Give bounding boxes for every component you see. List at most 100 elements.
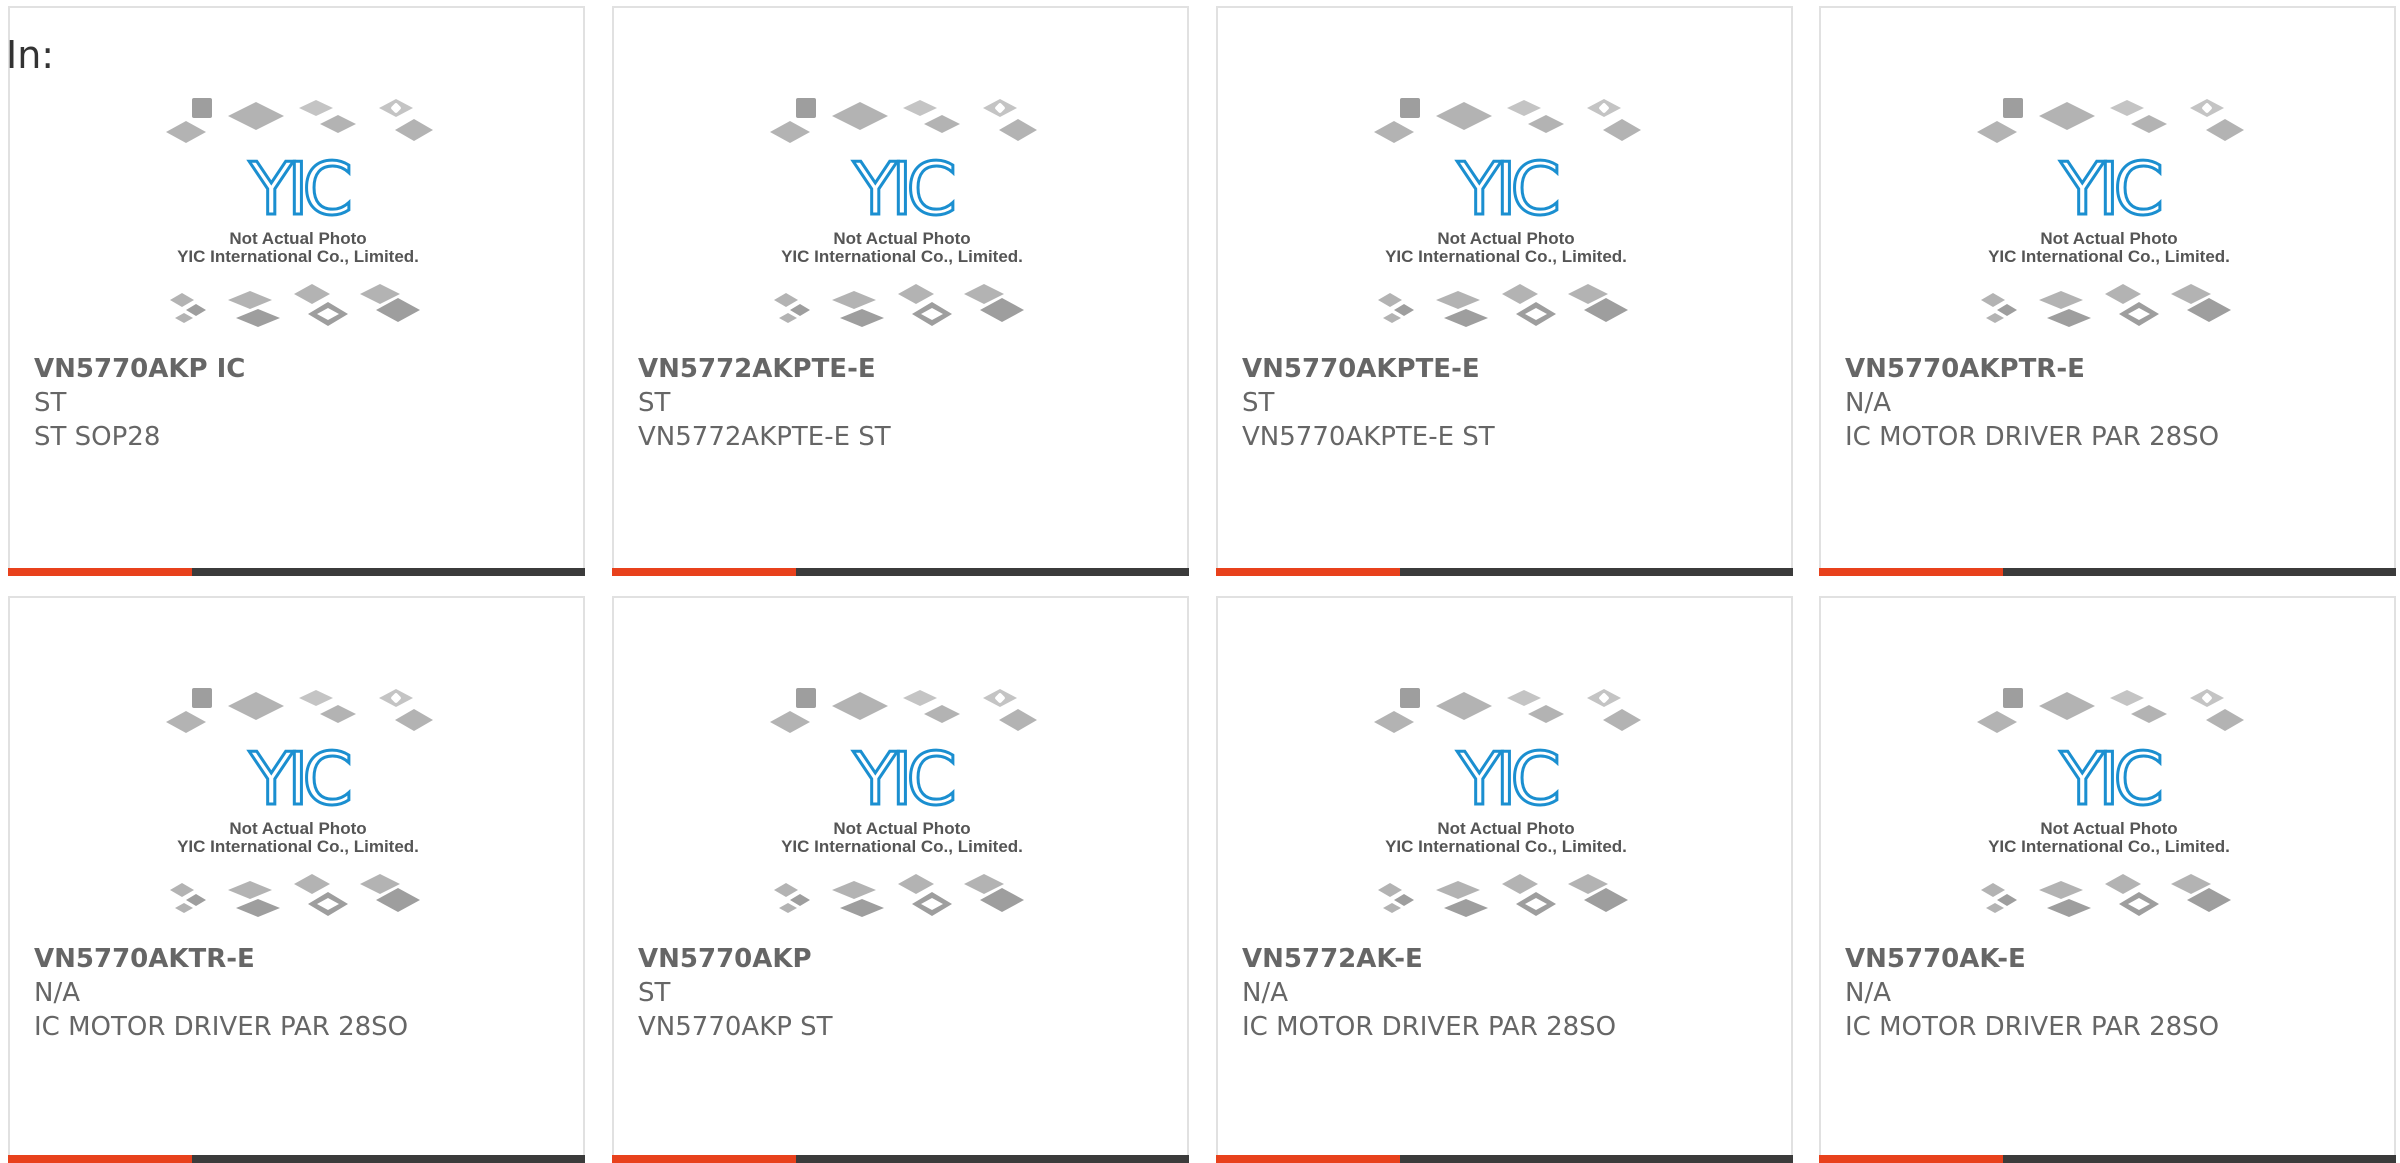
yic-logo: YIC	[247, 146, 357, 233]
product-description: ST SOP28	[34, 422, 161, 452]
card-footer-bar	[8, 568, 585, 576]
yic-logo: YIC	[851, 146, 961, 233]
photo-caption: Not Actual PhotoYIC International Co., L…	[1385, 819, 1627, 856]
svg-text:Not Actual Photo: Not Actual Photo	[833, 229, 970, 248]
product-card[interactable]: YIC Not Actual Photo YIC International Co.…	[1819, 6, 2396, 576]
product-manufacturer: ST	[34, 388, 67, 418]
product-info: VN5772AKPTE-E ST VN5772AKPTE-E ST	[638, 352, 1163, 454]
product-part-number[interactable]: VN5770AK-E	[1845, 942, 2370, 976]
photo-caption: Not Actual PhotoYIC International Co., L…	[177, 819, 419, 856]
ic-chip-placeholder-icon: YICNot Actual PhotoYIC International Co.…	[166, 688, 433, 917]
chip-cluster-top	[1374, 98, 1641, 143]
card-footer-accent	[8, 1155, 192, 1163]
svg-text:YIC International Co., Limited: YIC International Co., Limited.	[781, 247, 1023, 266]
card-footer-accent	[612, 568, 796, 576]
product-part-number[interactable]: VN5770AKP IC	[34, 352, 559, 386]
card-footer-accent	[612, 1155, 796, 1163]
product-part-number[interactable]: VN5772AK-E	[1242, 942, 1767, 976]
product-description: IC MOTOR DRIVER PAR 28SO	[1845, 422, 2220, 452]
product-part-number[interactable]: VN5770AKTR-E	[34, 942, 559, 976]
svg-text:YIC International Co., Limited: YIC International Co., Limited.	[177, 247, 419, 266]
product-description: IC MOTOR DRIVER PAR 28SO	[1242, 1012, 1617, 1042]
placeholder-photo: YIC Not Actual Photo YIC International Co.…	[1973, 96, 2245, 342]
product-part-number[interactable]: VN5772AKPTE-E	[638, 352, 1163, 386]
chip-cluster-bottom	[1981, 284, 2231, 327]
ic-chip-placeholder-icon: YICNot Actual PhotoYIC International Co.…	[1977, 98, 2244, 327]
card-footer-bar	[1216, 568, 1793, 576]
product-manufacturer: N/A	[1242, 978, 1288, 1008]
product-card[interactable]: YIC Not Actual Photo YIC International Co.…	[612, 6, 1189, 576]
product-part-number[interactable]: VN5770AKPTR-E	[1845, 352, 2370, 386]
chip-cluster-bottom	[1378, 284, 1628, 327]
product-grid: YIC Not Actual Photo YIC International Co.…	[0, 0, 2400, 1163]
photo-caption: Not Actual PhotoYIC International Co., L…	[177, 229, 419, 266]
product-info: VN5770AKPTE-E ST VN5770AKPTE-E ST	[1242, 352, 1767, 454]
svg-text:YIC: YIC	[852, 737, 953, 821]
in-label: In:	[6, 33, 55, 77]
product-manufacturer: ST	[638, 388, 671, 418]
placeholder-photo: YIC Not Actual Photo YIC International Co.…	[766, 686, 1038, 932]
card-footer-bar	[1819, 1155, 2396, 1163]
product-description: VN5770AKP ST	[638, 1012, 833, 1042]
photo-caption: Not Actual PhotoYIC International Co., L…	[1988, 819, 2230, 856]
card-footer-accent	[1216, 568, 1400, 576]
ic-chip-placeholder-icon: YICNot Actual PhotoYIC International Co.…	[166, 98, 433, 327]
product-manufacturer: ST	[638, 978, 671, 1008]
product-card[interactable]: YIC Not Actual Photo YIC International Co.…	[612, 596, 1189, 1163]
product-manufacturer: N/A	[1845, 978, 1891, 1008]
svg-text:Not Actual Photo: Not Actual Photo	[1437, 229, 1574, 248]
product-part-number[interactable]: VN5770AKP	[638, 942, 1163, 976]
placeholder-photo: YIC Not Actual Photo YIC International Co.…	[766, 96, 1038, 342]
card-footer-bar	[612, 568, 1189, 576]
product-card[interactable]: YIC Not Actual Photo YIC International Co.…	[8, 596, 585, 1163]
card-footer-accent	[8, 568, 192, 576]
product-info: VN5770AKP IC ST ST SOP28	[34, 352, 559, 454]
chip-cluster-bottom	[774, 284, 1024, 327]
svg-text:YIC International Co., Limited: YIC International Co., Limited.	[1385, 837, 1627, 856]
ic-chip-placeholder-icon: YICNot Actual PhotoYIC International Co.…	[1977, 688, 2244, 917]
svg-text:YIC: YIC	[1456, 737, 1557, 821]
chip-cluster-top	[166, 688, 433, 733]
yic-logo: YIC	[247, 736, 357, 823]
chip-cluster-bottom	[170, 874, 420, 917]
product-description: VN5772AKPTE-E ST	[638, 422, 891, 452]
placeholder-photo: YIC Not Actual Photo YIC International Co.…	[162, 96, 434, 342]
svg-text:YIC International Co., Limited: YIC International Co., Limited.	[1988, 247, 2230, 266]
product-description: IC MOTOR DRIVER PAR 28SO	[1845, 1012, 2220, 1042]
chip-cluster-top	[1977, 98, 2244, 143]
svg-text:YIC International Co., Limited: YIC International Co., Limited.	[781, 837, 1023, 856]
photo-caption: Not Actual PhotoYIC International Co., L…	[1988, 229, 2230, 266]
placeholder-photo: YIC Not Actual Photo YIC International Co.…	[1973, 686, 2245, 932]
product-part-number[interactable]: VN5770AKPTE-E	[1242, 352, 1767, 386]
product-manufacturer: ST	[1242, 388, 1275, 418]
card-footer-accent	[1216, 1155, 1400, 1163]
svg-text:YIC: YIC	[1456, 147, 1557, 231]
svg-text:Not Actual Photo: Not Actual Photo	[2040, 229, 2177, 248]
chip-cluster-top	[166, 98, 433, 143]
placeholder-photo: YIC Not Actual Photo YIC International Co.…	[162, 686, 434, 932]
card-footer-bar	[1216, 1155, 1793, 1163]
chip-cluster-top	[770, 98, 1037, 143]
photo-caption: Not Actual PhotoYIC International Co., L…	[781, 229, 1023, 266]
svg-text:Not Actual Photo: Not Actual Photo	[2040, 819, 2177, 838]
svg-text:YIC: YIC	[248, 147, 349, 231]
ic-chip-placeholder-icon: YICNot Actual PhotoYIC International Co.…	[770, 688, 1037, 917]
svg-text:Not Actual Photo: Not Actual Photo	[833, 819, 970, 838]
product-info: VN5770AK-E N/A IC MOTOR DRIVER PAR 28SO	[1845, 942, 2370, 1044]
chip-cluster-bottom	[774, 874, 1024, 917]
chip-cluster-top	[770, 688, 1037, 733]
card-footer-bar	[8, 1155, 585, 1163]
product-card[interactable]: YIC Not Actual Photo YIC International Co.…	[1819, 596, 2396, 1163]
product-card[interactable]: YIC Not Actual Photo YIC International Co.…	[1216, 6, 1793, 576]
svg-text:YIC: YIC	[248, 737, 349, 821]
chip-cluster-bottom	[1981, 874, 2231, 917]
yic-logo: YIC	[2058, 146, 2168, 233]
ic-chip-placeholder-icon: YICNot Actual PhotoYIC International Co.…	[1374, 688, 1641, 917]
product-card[interactable]: YIC Not Actual Photo YIC International Co.…	[1216, 596, 1793, 1163]
product-card[interactable]: YIC Not Actual Photo YIC International Co.…	[8, 6, 585, 576]
card-footer-bar	[612, 1155, 1189, 1163]
placeholder-photo: YIC Not Actual Photo YIC International Co.…	[1370, 96, 1642, 342]
svg-text:YIC: YIC	[852, 147, 953, 231]
chip-cluster-bottom	[1378, 874, 1628, 917]
yic-logo: YIC	[1455, 736, 1565, 823]
